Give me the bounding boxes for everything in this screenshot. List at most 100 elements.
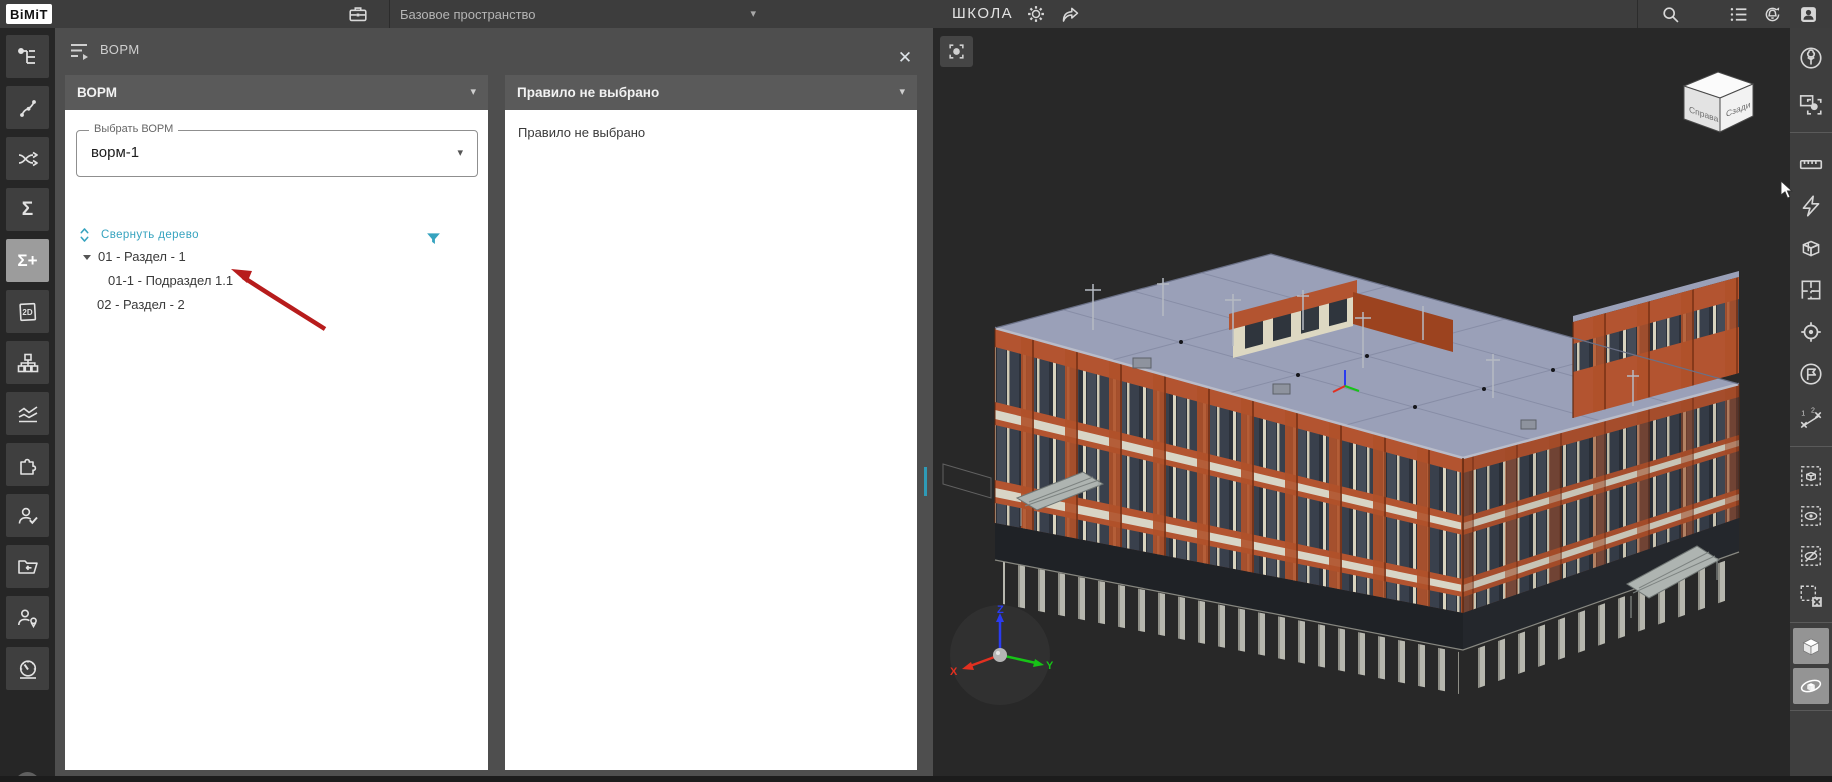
navigation-cube[interactable]: Справа Сзади xyxy=(1674,64,1762,140)
tree-icon xyxy=(1800,47,1822,69)
tree-structure-icon xyxy=(17,47,35,64)
viewport-3d[interactable]: Справа Сзади Z X Y xyxy=(933,28,1790,776)
toolbar-solid-cube-button[interactable] xyxy=(1793,628,1829,664)
tree-item[interactable]: 01 - Раздел - 1 xyxy=(82,249,186,264)
folder-export-icon xyxy=(17,559,38,574)
sidebar-item-gauge[interactable] xyxy=(6,647,49,690)
close-button[interactable]: ✕ xyxy=(893,46,917,70)
toolbar-divider xyxy=(1790,446,1832,447)
ruler-icon xyxy=(1799,159,1823,170)
toolbar-hide-button[interactable] xyxy=(1793,538,1829,574)
svg-text:2D: 2D xyxy=(22,308,32,317)
sidebar-item-node-link[interactable] xyxy=(6,86,49,129)
fit-view-button[interactable] xyxy=(940,36,973,67)
sidebar-item-trend-chart[interactable] xyxy=(6,392,49,435)
focus-region-icon xyxy=(949,44,964,59)
node-link-icon xyxy=(19,99,36,117)
search-button[interactable] xyxy=(1656,0,1684,28)
left-sidebar: Σ Σ+ 2D xyxy=(0,28,55,782)
user-icon xyxy=(1800,6,1816,22)
svg-text:2: 2 xyxy=(1811,407,1815,414)
window-menu-icon[interactable] xyxy=(69,41,91,61)
share-button[interactable] xyxy=(1056,0,1084,28)
hide-eye-icon xyxy=(1801,546,1821,566)
show-eye-icon xyxy=(1801,506,1821,526)
project-title-wrap: ШКОЛА xyxy=(952,5,1013,23)
axis-gizmo: Z X Y xyxy=(950,604,1054,705)
user-button[interactable] xyxy=(1794,0,1822,28)
toolbar-region-capture-button[interactable] xyxy=(1793,86,1829,122)
collapse-tree-label: Свернуть дерево xyxy=(101,229,199,241)
rule-panel-body: Правило не выбрано xyxy=(518,125,646,140)
filter-icon[interactable] xyxy=(425,230,442,248)
axis-y-label: Y xyxy=(1046,660,1054,672)
flash-icon xyxy=(1802,195,1820,217)
toolbar-measure-points-button[interactable]: 1 2 xyxy=(1793,402,1829,438)
search-icon xyxy=(1662,6,1679,23)
chevron-down-icon: ▾ xyxy=(470,86,476,98)
workspace-selector[interactable]: Базовое пространство ▾ xyxy=(400,0,756,28)
toolbar-deselect-button[interactable] xyxy=(1793,578,1829,614)
tree-item-label: 01-1 - Подраздел 1.1 xyxy=(108,273,234,288)
sidebar-item-sigma-plus[interactable]: Σ+ xyxy=(6,239,49,282)
tree-item[interactable]: 02 - Раздел - 2 xyxy=(97,297,185,312)
sidebar-item-2d-sheet[interactable]: 2D xyxy=(6,290,49,333)
sidebar-item-shuffle[interactable] xyxy=(6,137,49,180)
workspace-label: Базовое пространство xyxy=(400,6,536,22)
right-toolbar: 1 2 xyxy=(1790,28,1832,776)
topbar-divider xyxy=(389,0,390,28)
tree-item-label: 02 - Раздел - 2 xyxy=(97,297,185,312)
vorm-panel-title: ВОРМ xyxy=(77,85,117,100)
list-button[interactable] xyxy=(1724,0,1752,28)
chevron-down-icon: ▾ xyxy=(899,86,905,98)
sidebar-item-user-check[interactable] xyxy=(6,494,49,537)
notifications-button[interactable] xyxy=(1758,0,1786,28)
vorm-panel-header[interactable]: ВОРМ ▾ xyxy=(65,75,488,110)
toolbar-show-button[interactable] xyxy=(1793,498,1829,534)
rule-panel: Правило не выбрано ▾ Правило не выбрано xyxy=(505,75,917,770)
region-capture-icon xyxy=(1799,95,1822,115)
tree-item-label: 01 - Раздел - 1 xyxy=(98,249,186,264)
flag-icon xyxy=(1800,363,1822,385)
unfold-icon xyxy=(80,228,89,242)
target-icon xyxy=(1801,322,1821,342)
sidebar-item-user-pin[interactable] xyxy=(6,596,49,639)
bottom-edge-strip xyxy=(0,776,1832,782)
rule-panel-header[interactable]: Правило не выбрано ▾ xyxy=(505,75,917,110)
toolbar-divider xyxy=(1790,622,1832,623)
toolbar-isolate-button[interactable] xyxy=(1793,458,1829,494)
toolbar-divider xyxy=(1790,710,1832,711)
toolbar-ruler-button[interactable] xyxy=(1793,146,1829,182)
window-title: ВОРМ xyxy=(100,42,140,57)
notifications-sync-icon xyxy=(1765,6,1779,21)
sidebar-item-sigma[interactable]: Σ xyxy=(6,188,49,231)
settings-button[interactable] xyxy=(1022,0,1050,28)
tree-item[interactable]: 01-1 - Подраздел 1.1 xyxy=(108,273,233,288)
collapse-tree-control[interactable]: Свернуть дерево xyxy=(78,227,199,243)
solid-cube-icon xyxy=(1802,638,1820,656)
briefcase-button[interactable] xyxy=(344,0,372,28)
toolbar-flag-button[interactable] xyxy=(1793,356,1829,392)
sidebar-item-org-chart[interactable] xyxy=(6,341,49,384)
panel-resize-handle[interactable] xyxy=(924,467,927,496)
toolbar-floor-plan-button[interactable] xyxy=(1793,272,1829,308)
toolbar-section-box-button[interactable] xyxy=(1793,230,1829,266)
sidebar-item-puzzle[interactable] xyxy=(6,443,49,486)
expander-caret-icon xyxy=(83,254,91,260)
toolbar-divider xyxy=(1790,132,1832,133)
list-icon xyxy=(1730,7,1746,21)
sigma-plus-icon: Σ+ xyxy=(17,250,38,270)
toolbar-tree-button[interactable] xyxy=(1793,40,1829,76)
vorm-select[interactable]: Выбрать ВОРМ ворм-1 ▾ xyxy=(76,123,478,177)
axis-x-label: X xyxy=(950,666,958,678)
sidebar-item-tree-structure[interactable] xyxy=(6,35,49,78)
svg-text:1: 1 xyxy=(1801,411,1805,418)
toolbar-target-button[interactable] xyxy=(1793,314,1829,350)
vorm-select-label: Выбрать ВОРМ xyxy=(89,123,179,135)
gauge-icon xyxy=(19,659,36,679)
toolbar-flash-button[interactable] xyxy=(1793,188,1829,224)
vorm-tool-window: ВОРМ ✕ ВОРМ ▾ Выбрать ВОРМ ворм-1 ▾ Свер… xyxy=(55,28,933,776)
toolbar-orbit-button[interactable] xyxy=(1793,668,1829,704)
sidebar-item-folder-export[interactable] xyxy=(6,545,49,588)
bimit-logo: BiMiT xyxy=(6,4,52,24)
